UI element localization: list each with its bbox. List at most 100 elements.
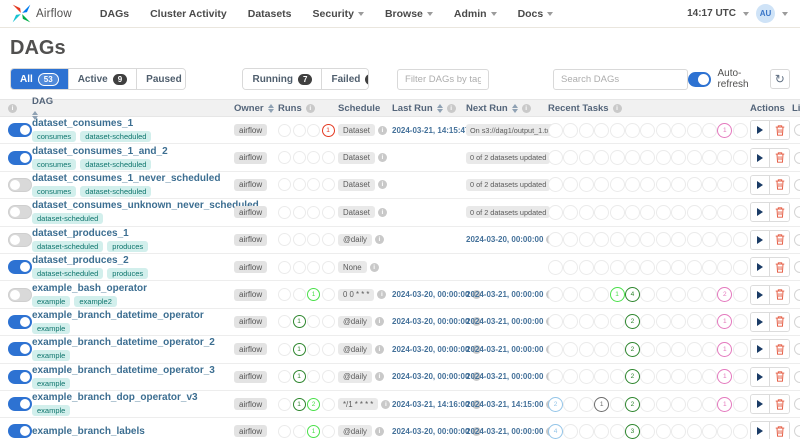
recent-task-circle-failed[interactable] bbox=[655, 122, 671, 138]
trigger-dag-button[interactable] bbox=[751, 230, 770, 249]
schedule-info-icon[interactable] bbox=[374, 344, 384, 354]
recent-task-circle-queued[interactable] bbox=[594, 177, 610, 193]
run-circle-running[interactable]: 2 bbox=[307, 397, 320, 411]
dag-name-link[interactable]: example_branch_datetime_operator bbox=[32, 310, 204, 321]
dag-pause-toggle[interactable] bbox=[8, 205, 32, 220]
recent-task-circle-running[interactable] bbox=[609, 259, 625, 275]
dag-pause-toggle[interactable] bbox=[8, 397, 32, 412]
clock-caret-icon[interactable] bbox=[743, 11, 749, 16]
recent-task-circle-skipped[interactable]: 1 bbox=[717, 122, 733, 138]
schedule-info-icon[interactable] bbox=[381, 399, 391, 409]
next-run-timestamp[interactable]: 2024-03-20, 00:00:00 bbox=[466, 235, 543, 244]
header-info-icon[interactable] bbox=[8, 103, 17, 113]
recent-task-circle-success[interactable] bbox=[624, 177, 640, 193]
links-menu-icon[interactable] bbox=[794, 398, 800, 411]
recent-task-circle-queued[interactable] bbox=[594, 423, 610, 439]
recent-task-circle-skipped[interactable]: 1 bbox=[717, 369, 733, 385]
recent-task-circle-up_for_retry[interactable] bbox=[671, 204, 687, 220]
header-last-run[interactable]: Last Run bbox=[392, 103, 433, 114]
run-circle-queued[interactable] bbox=[278, 397, 291, 411]
recent-task-circle-scheduled[interactable] bbox=[578, 232, 594, 248]
recent-task-circle-failed[interactable] bbox=[655, 150, 671, 166]
recent-tasks-info-icon[interactable] bbox=[612, 103, 622, 113]
schedule-info-icon[interactable] bbox=[377, 153, 387, 163]
links-menu-icon[interactable] bbox=[794, 233, 800, 246]
run-circle-running[interactable] bbox=[307, 178, 320, 192]
dag-tag[interactable]: produces bbox=[107, 240, 149, 252]
trigger-dag-button[interactable] bbox=[751, 148, 770, 167]
run-circle-failed[interactable] bbox=[321, 370, 335, 384]
recent-task-circle-up_for_reschedule[interactable] bbox=[686, 232, 702, 248]
recent-task-circle-scheduled[interactable] bbox=[578, 423, 594, 439]
recent-task-circle-queued[interactable] bbox=[594, 122, 610, 138]
recent-task-circle-upstream_failed[interactable] bbox=[701, 259, 717, 275]
delete-dag-button[interactable] bbox=[770, 367, 789, 386]
schedule-info-icon[interactable] bbox=[369, 262, 379, 272]
links-menu-icon[interactable] bbox=[794, 370, 800, 383]
next-run-timestamp[interactable]: 2024-03-21, 00:00:00 bbox=[466, 317, 543, 326]
run-circle-success[interactable] bbox=[292, 260, 306, 274]
runs-info-icon[interactable] bbox=[305, 103, 315, 113]
run-circle-failed[interactable] bbox=[321, 205, 335, 219]
dag-pause-toggle[interactable] bbox=[8, 123, 32, 138]
recent-task-circle-queued[interactable] bbox=[594, 314, 610, 330]
run-circle-queued[interactable] bbox=[278, 205, 291, 219]
recent-task-circle-restarting[interactable] bbox=[640, 232, 656, 248]
recent-task-circle-up_for_retry[interactable] bbox=[671, 150, 687, 166]
recent-task-circle-restarting[interactable] bbox=[640, 204, 656, 220]
nav-item-security[interactable]: Security bbox=[313, 8, 364, 20]
trigger-dag-button[interactable] bbox=[751, 121, 770, 140]
dag-pause-toggle[interactable] bbox=[8, 260, 32, 275]
links-menu-icon[interactable] bbox=[794, 425, 800, 438]
recent-task-circle-removed[interactable] bbox=[563, 287, 579, 303]
recent-task-circle-up_for_retry[interactable] bbox=[671, 396, 687, 412]
run-circle-running[interactable] bbox=[307, 151, 320, 165]
recent-task-circle-restarting[interactable] bbox=[640, 369, 656, 385]
dag-name-link[interactable]: example_branch_datetime_operator_2 bbox=[32, 337, 215, 348]
sort-last-run-icon[interactable] bbox=[436, 103, 443, 113]
run-circle-queued[interactable] bbox=[278, 178, 291, 192]
recent-task-circle-none[interactable] bbox=[548, 204, 563, 220]
recent-task-circle-skipped[interactable]: 1 bbox=[717, 314, 733, 330]
recent-task-circle-none[interactable] bbox=[548, 341, 563, 357]
recent-task-circle-upstream_failed[interactable] bbox=[701, 369, 717, 385]
recent-task-circle-none[interactable] bbox=[548, 259, 563, 275]
recent-task-circle-deferred[interactable] bbox=[732, 259, 748, 275]
links-menu-icon[interactable] bbox=[794, 151, 800, 164]
trigger-dag-button[interactable] bbox=[751, 203, 770, 222]
next-run-timestamp[interactable]: 2024-03-21, 00:00:00 bbox=[466, 372, 543, 381]
recent-task-circle-queued[interactable] bbox=[594, 232, 610, 248]
run-circle-failed[interactable] bbox=[321, 233, 335, 247]
recent-task-circle-scheduled[interactable] bbox=[578, 177, 594, 193]
filter-button-running[interactable]: Running 7 bbox=[243, 69, 323, 89]
recent-task-circle-scheduled[interactable] bbox=[578, 287, 594, 303]
recent-task-circle-up_for_reschedule[interactable] bbox=[686, 423, 702, 439]
run-circle-failed[interactable] bbox=[321, 151, 335, 165]
run-circle-queued[interactable] bbox=[278, 342, 291, 356]
recent-task-circle-deferred[interactable] bbox=[732, 232, 748, 248]
recent-task-circle-deferred[interactable] bbox=[732, 423, 748, 439]
nav-item-docs[interactable]: Docs bbox=[518, 8, 554, 20]
schedule-info-icon[interactable] bbox=[374, 426, 384, 436]
dag-tag[interactable]: example bbox=[32, 350, 71, 362]
refresh-button[interactable] bbox=[769, 69, 790, 89]
run-circle-queued[interactable] bbox=[278, 370, 291, 384]
run-circle-running[interactable] bbox=[307, 233, 320, 247]
recent-task-circle-up_for_reschedule[interactable] bbox=[686, 150, 702, 166]
trigger-dag-button[interactable] bbox=[751, 422, 770, 439]
run-circle-success[interactable]: 1 bbox=[292, 315, 306, 329]
recent-task-circle-up_for_retry[interactable] bbox=[671, 122, 687, 138]
recent-task-circle-up_for_retry[interactable] bbox=[671, 369, 687, 385]
run-circle-queued[interactable] bbox=[278, 233, 291, 247]
next-run-timestamp[interactable]: 2024-03-21, 14:15:00 bbox=[466, 400, 543, 409]
dag-name-link[interactable]: dataset_produces_2 bbox=[32, 255, 129, 266]
recent-task-circle-up_for_retry[interactable] bbox=[671, 341, 687, 357]
trigger-dag-button[interactable] bbox=[751, 367, 770, 386]
run-circle-running[interactable]: 1 bbox=[307, 424, 320, 438]
recent-task-circle-skipped[interactable] bbox=[717, 259, 733, 275]
recent-task-circle-none[interactable] bbox=[548, 232, 563, 248]
run-circle-running[interactable] bbox=[307, 315, 320, 329]
run-circle-running[interactable] bbox=[307, 123, 320, 137]
trigger-dag-button[interactable] bbox=[751, 395, 770, 414]
sort-next-run-icon[interactable] bbox=[511, 103, 518, 113]
